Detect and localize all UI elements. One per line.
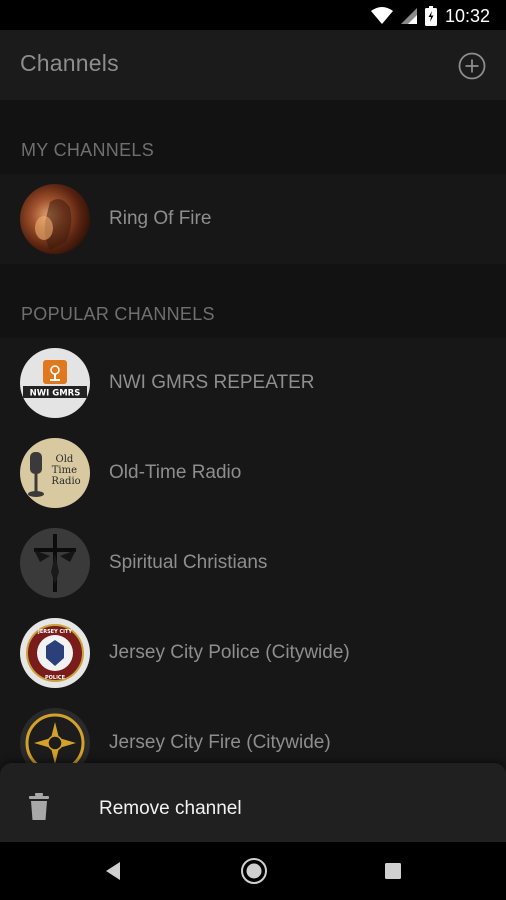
popular-channels-list: NWI GMRS NWI GMRS REPEATER Old Time Radi… <box>0 338 506 788</box>
battery-icon <box>424 6 437 26</box>
page-title: Channels <box>20 50 119 76</box>
list-item-label: Ring Of Fire <box>109 208 212 229</box>
app-bar: Channels <box>0 30 506 100</box>
list-item[interactable]: Ring Of Fire <box>0 174 506 264</box>
channel-list: MY CHANNELS Ring Of Fire POPULAR CHANNEL… <box>0 100 506 842</box>
jersey-city-police-badge: JERSEY CITY POLICE <box>20 618 90 688</box>
list-item-label: Old-Time Radio <box>109 462 242 483</box>
ring-of-fire-avatar <box>20 184 90 254</box>
list-item-label: Jersey City Police (Citywide) <box>109 642 350 663</box>
crucifix-avatar <box>20 528 90 598</box>
status-bar: 10:32 <box>0 0 506 30</box>
list-item-label: Spiritual Christians <box>109 552 268 573</box>
list-item-label: NWI GMRS REPEATER <box>109 372 315 393</box>
section-header-popular-channels: POPULAR CHANNELS <box>21 304 215 324</box>
trash-icon <box>29 793 49 820</box>
jersey-city-police-badge-text: JERSEY CITY <box>37 629 72 635</box>
my-channels-list: Ring Of Fire <box>0 174 506 264</box>
wifi-icon <box>370 7 393 24</box>
section-header-my-channels: MY CHANNELS <box>21 140 155 160</box>
nwi-gmrs-logo-text: NWI GMRS <box>30 389 81 399</box>
jersey-city-police-badge-text-2: POLICE <box>45 675 66 681</box>
list-item[interactable]: NWI GMRS NWI GMRS REPEATER <box>0 338 506 428</box>
list-item-label: Jersey City Fire (Citywide) <box>109 732 331 753</box>
navigation-bar <box>0 842 506 900</box>
recents-icon[interactable] <box>384 862 402 880</box>
back-icon[interactable] <box>104 861 122 881</box>
home-icon[interactable] <box>240 857 268 885</box>
remove-channel-button[interactable]: Remove channel <box>99 798 242 820</box>
list-item[interactable]: Old Time Radio Old-Time Radio <box>0 428 506 518</box>
signal-icon <box>400 8 417 24</box>
nwi-gmrs-logo: NWI GMRS <box>20 348 90 418</box>
list-item[interactable]: JERSEY CITY POLICE Jersey City Police (C… <box>0 608 506 698</box>
clock: 10:32 <box>444 5 490 26</box>
add-channel-button[interactable] <box>458 52 486 80</box>
list-item[interactable]: Spiritual Christians <box>0 518 506 608</box>
bottom-sheet: Remove channel <box>0 763 506 843</box>
old-time-radio-logo: Old Time Radio <box>20 438 90 508</box>
old-time-radio-logo-text: Old Time Radio <box>51 454 80 487</box>
